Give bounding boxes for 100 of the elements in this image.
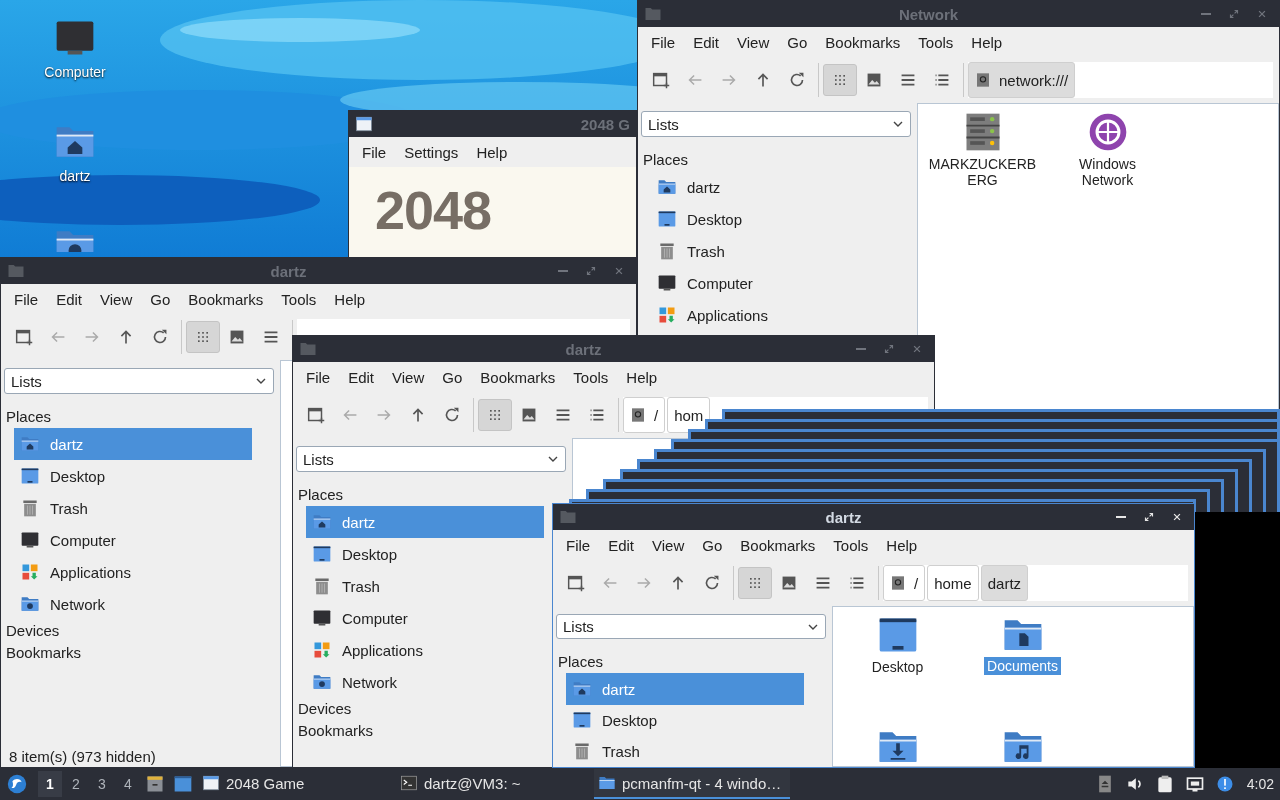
sidebar-heading[interactable]: Devices <box>296 698 352 720</box>
file-label[interactable]: MARKZUCKERBERG <box>926 154 1039 190</box>
icon-view-button[interactable] <box>823 64 857 96</box>
sidebar-item[interactable]: Desktop <box>651 203 889 235</box>
file-cabinet-icon[interactable] <box>145 774 165 794</box>
network-folder-icon <box>312 672 332 692</box>
menu-item[interactable]: Help <box>962 33 1012 51</box>
menu-item[interactable]: Bookmarks <box>179 290 273 308</box>
file-label[interactable]: Desktop <box>841 657 954 677</box>
menu-item[interactable]: Edit <box>47 290 92 308</box>
menu-item[interactable]: Help <box>467 143 517 161</box>
desktop-icon <box>657 209 677 229</box>
sidebar-item[interactable]: Computer <box>14 524 252 556</box>
icon-view-button[interactable] <box>186 321 220 353</box>
sidebar-heading[interactable]: Places <box>641 149 689 171</box>
menu-item[interactable]: File <box>642 33 685 51</box>
menu-item[interactable]: View <box>383 368 434 386</box>
sidebar-heading[interactable]: Bookmarks <box>296 720 374 742</box>
trash-icon <box>572 741 592 762</box>
workspace-button[interactable]: 4 <box>116 771 140 797</box>
sidebar-item[interactable]: Trash <box>566 735 804 767</box>
menu-item[interactable]: Bookmarks <box>471 368 565 386</box>
menu-item[interactable]: Bookmarks <box>816 33 910 51</box>
sidebar-item[interactable]: Desktop <box>306 538 544 570</box>
menu-item[interactable]: Help <box>617 368 667 386</box>
icon-view-button[interactable] <box>738 567 772 599</box>
home-folder-icon <box>657 177 677 197</box>
menu-item[interactable]: Go <box>693 536 732 554</box>
path-button[interactable]: / <box>883 565 926 601</box>
sidebar-item[interactable]: Trash <box>651 235 889 267</box>
view-dropdown[interactable]: Lists <box>4 368 274 394</box>
task-button[interactable]: pcmanfm-qt - 4 windo… <box>594 769 790 799</box>
sidebar-item[interactable]: Desktop <box>566 704 804 736</box>
apps-icon <box>657 305 677 325</box>
menu-item[interactable]: File <box>353 143 396 161</box>
file-label[interactable]: Windows Network <box>1051 154 1164 190</box>
menu-item[interactable]: Tools <box>272 290 326 308</box>
path-button[interactable]: home <box>927 565 979 601</box>
path-button[interactable]: dartz <box>980 565 1029 601</box>
menu-item[interactable]: Go <box>778 33 817 51</box>
sidebar-item[interactable]: Desktop <box>14 460 252 492</box>
window-title: dartz <box>269 262 308 280</box>
start-menu-icon[interactable] <box>6 773 28 795</box>
menu-item[interactable]: Go <box>141 290 180 308</box>
menu-item[interactable]: View <box>728 33 779 51</box>
window-title: dartz <box>564 340 603 358</box>
sidebar-heading[interactable]: Places <box>556 651 604 674</box>
sidebar-heading[interactable]: Bookmarks <box>4 642 82 664</box>
path-button[interactable]: hom <box>667 397 711 433</box>
workspace-button[interactable]: 1 <box>38 771 62 797</box>
menu-item[interactable]: View <box>91 290 142 308</box>
sidebar-heading[interactable]: Devices <box>4 620 60 642</box>
sidebar-heading[interactable]: Places <box>296 484 344 506</box>
path-button[interactable]: network:/// <box>968 62 1076 98</box>
menu-item[interactable]: Edit <box>684 33 729 51</box>
sidebar-item[interactable]: Trash <box>14 492 252 524</box>
folder-icon <box>299 340 317 358</box>
menu-item[interactable]: Go <box>433 368 472 386</box>
home-folder-icon <box>572 679 592 699</box>
menu-item[interactable]: View <box>643 536 694 554</box>
menu-item[interactable]: Help <box>325 290 375 308</box>
sidebar-item[interactable]: Applications <box>14 556 252 588</box>
view-dropdown[interactable]: Lists <box>556 614 826 640</box>
menu-item[interactable]: Edit <box>339 368 384 386</box>
clock[interactable]: 4:02 <box>1246 776 1274 792</box>
sidebar-item[interactable]: Computer <box>306 602 544 634</box>
menu-item[interactable]: File <box>5 290 48 308</box>
menu-item[interactable]: Help <box>877 536 927 554</box>
view-dropdown[interactable]: Lists <box>296 446 566 472</box>
view-dropdown[interactable]: Lists <box>641 111 911 137</box>
sidebar-item[interactable]: Network <box>14 588 252 620</box>
menu-item[interactable]: Bookmarks <box>731 536 825 554</box>
sidebar-item[interactable]: Applications <box>651 299 889 331</box>
workspace-button[interactable]: 3 <box>90 771 114 797</box>
trash-icon <box>657 241 677 261</box>
sidebar-item[interactable]: dartz <box>651 171 889 203</box>
menu-item[interactable]: Tools <box>909 33 963 51</box>
sidebar-heading[interactable]: Places <box>4 406 52 428</box>
network-icon[interactable] <box>1184 774 1205 794</box>
menu-item[interactable]: File <box>297 368 340 386</box>
desktop-icon-label[interactable]: dartz <box>59 168 91 184</box>
menu-item[interactable]: Tools <box>564 368 618 386</box>
home-folder-icon <box>312 512 332 532</box>
workspace-button[interactable]: 2 <box>64 771 88 797</box>
path-button[interactable]: / <box>623 397 666 433</box>
apps-icon <box>312 640 332 660</box>
menu-item[interactable]: Edit <box>599 536 644 554</box>
minimize-icon <box>856 348 866 350</box>
icon-view-button[interactable] <box>478 399 512 431</box>
menu-item[interactable]: Tools <box>824 536 878 554</box>
sidebar-item[interactable]: Computer <box>651 267 889 299</box>
sidebar-item[interactable]: Trash <box>306 570 544 602</box>
menu-item[interactable]: Settings <box>395 143 468 161</box>
task-button[interactable]: dartz@VM3: ~ <box>396 769 592 799</box>
menu-item[interactable]: File <box>557 536 600 554</box>
folder-icon <box>559 508 577 526</box>
sidebar-item[interactable]: Applications <box>306 634 544 666</box>
task-button[interactable]: 2048 Game <box>198 769 394 799</box>
sidebar-item[interactable]: Network <box>306 666 544 698</box>
apps-icon <box>20 562 40 582</box>
